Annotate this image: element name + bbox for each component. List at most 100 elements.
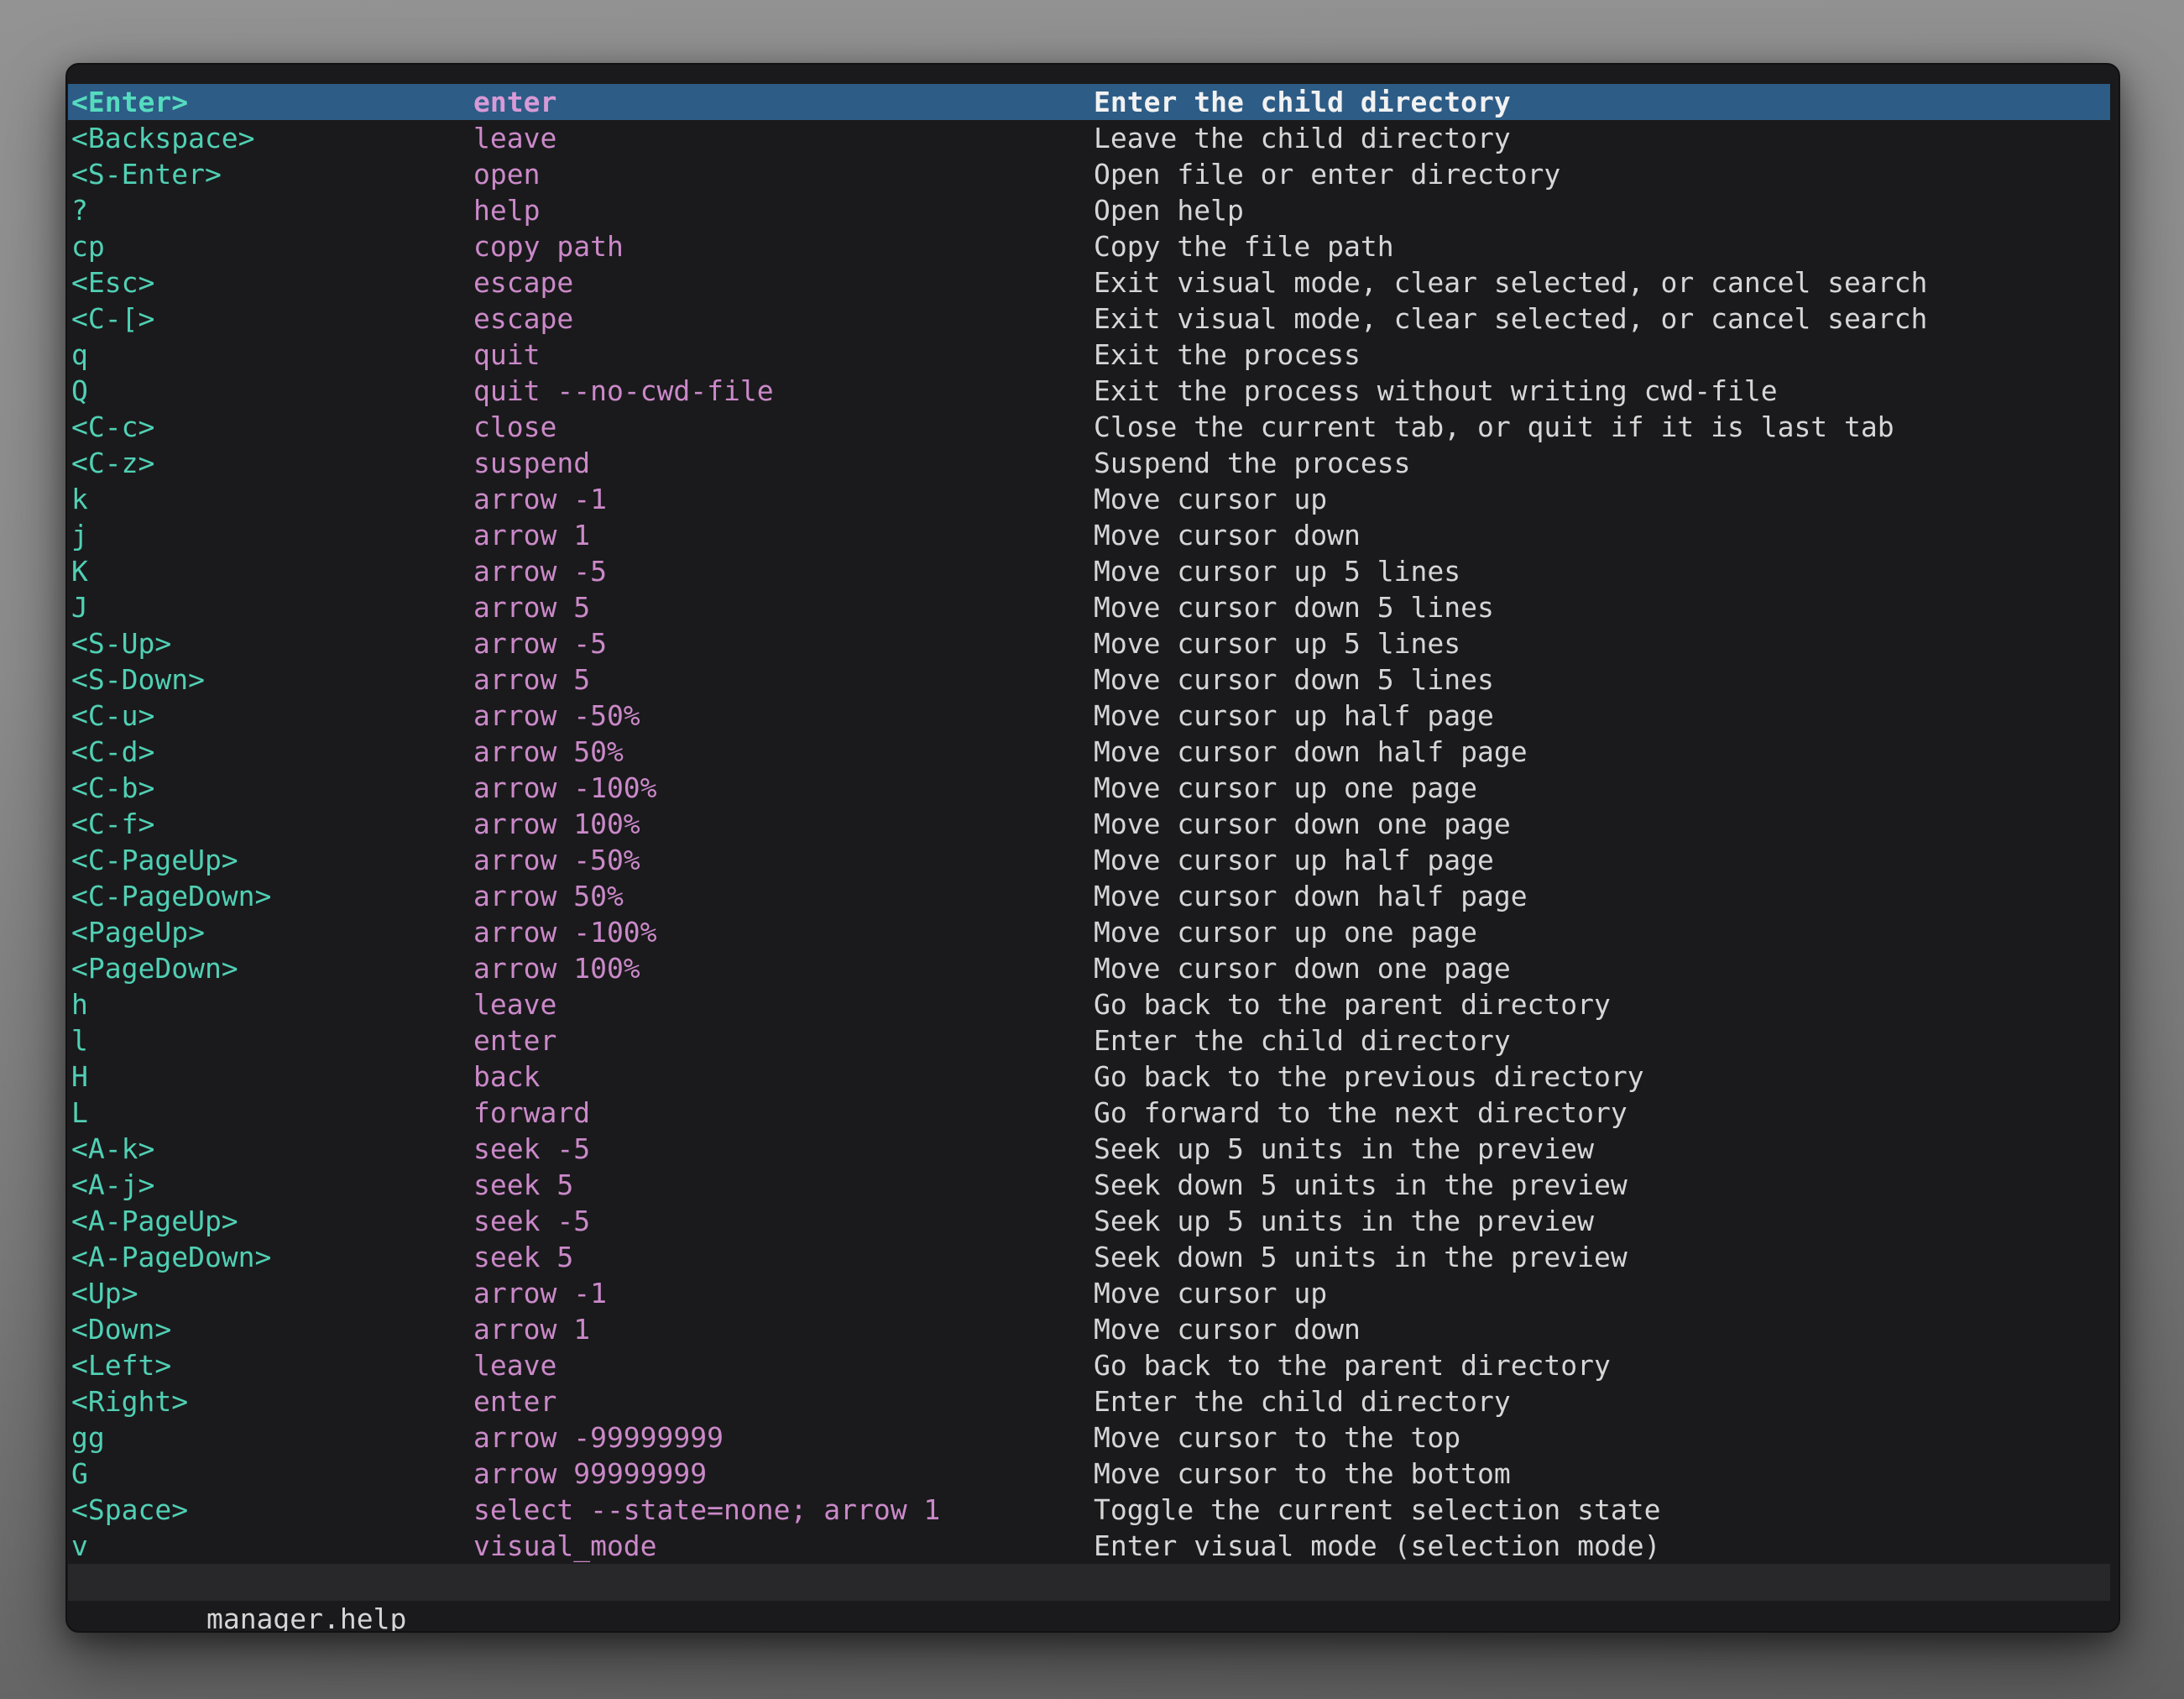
description-cell: Move cursor down bbox=[1094, 517, 2110, 553]
command-cell: arrow 50% bbox=[473, 878, 1094, 914]
description-cell: Go back to the parent directory bbox=[1094, 1347, 2110, 1383]
key-cell: <C-z> bbox=[71, 445, 473, 481]
description-cell: Enter the child directory bbox=[1094, 1383, 2110, 1419]
description-cell: Toggle the current selection state bbox=[1094, 1492, 2110, 1528]
description-cell: Move cursor down half page bbox=[1094, 878, 2110, 914]
command-cell: copy path bbox=[473, 228, 1094, 264]
help-row[interactable]: <PageUp> arrow -100% Move cursor up one … bbox=[68, 914, 2110, 950]
help-row[interactable]: <Up> arrow -1 Move cursor up bbox=[68, 1275, 2110, 1311]
help-row[interactable]: <Space> select --state=none; arrow 1 Tog… bbox=[68, 1492, 2110, 1528]
help-row[interactable]: <A-k> seek -5 Seek up 5 units in the pre… bbox=[68, 1131, 2110, 1167]
help-row[interactable]: H back Go back to the previous directory bbox=[68, 1059, 2110, 1095]
help-row[interactable]: <Enter> enter Enter the child directory bbox=[68, 84, 2110, 120]
description-cell: Exit the process without writing cwd-fil… bbox=[1094, 373, 2110, 409]
help-row[interactable]: cp copy path Copy the file path bbox=[68, 228, 2110, 264]
key-cell: <PageUp> bbox=[71, 914, 473, 950]
key-cell: K bbox=[71, 553, 473, 589]
description-cell: Move cursor down one page bbox=[1094, 806, 2110, 842]
key-cell: <A-j> bbox=[71, 1167, 473, 1203]
key-cell: <C-d> bbox=[71, 734, 473, 770]
description-cell: Go back to the parent directory bbox=[1094, 986, 2110, 1022]
help-row[interactable]: <A-j> seek 5 Seek down 5 units in the pr… bbox=[68, 1167, 2110, 1203]
description-cell: Close the current tab, or quit if it is … bbox=[1094, 409, 2110, 445]
help-row[interactable]: ? help Open help bbox=[68, 192, 2110, 228]
help-row[interactable]: <PageDown> arrow 100% Move cursor down o… bbox=[68, 950, 2110, 986]
help-row[interactable]: <C-d> arrow 50% Move cursor down half pa… bbox=[68, 734, 2110, 770]
command-cell: arrow 1 bbox=[473, 1311, 1094, 1347]
help-row[interactable]: <Left> leave Go back to the parent direc… bbox=[68, 1347, 2110, 1383]
description-cell: Move cursor down 5 lines bbox=[1094, 589, 2110, 625]
help-row[interactable]: <A-PageUp> seek -5 Seek up 5 units in th… bbox=[68, 1203, 2110, 1239]
help-row[interactable]: <C-f> arrow 100% Move cursor down one pa… bbox=[68, 806, 2110, 842]
status-bar: manager.help bbox=[68, 1564, 2110, 1601]
description-cell: Move cursor down half page bbox=[1094, 734, 2110, 770]
help-row[interactable]: h leave Go back to the parent directory bbox=[68, 986, 2110, 1022]
key-cell: <A-PageDown> bbox=[71, 1239, 473, 1275]
help-row[interactable]: <C-u> arrow -50% Move cursor up half pag… bbox=[68, 698, 2110, 734]
help-row[interactable]: K arrow -5 Move cursor up 5 lines bbox=[68, 553, 2110, 589]
help-row[interactable]: G arrow 99999999 Move cursor to the bott… bbox=[68, 1456, 2110, 1492]
help-row[interactable]: <S-Up> arrow -5 Move cursor up 5 lines bbox=[68, 625, 2110, 661]
help-row[interactable]: <S-Enter> open Open file or enter direct… bbox=[68, 156, 2110, 192]
help-row[interactable]: <Backspace> leave Leave the child direct… bbox=[68, 120, 2110, 156]
description-cell: Open help bbox=[1094, 192, 2110, 228]
help-row[interactable]: <S-Down> arrow 5 Move cursor down 5 line… bbox=[68, 661, 2110, 698]
help-row[interactable]: L forward Go forward to the next directo… bbox=[68, 1095, 2110, 1131]
command-cell: suspend bbox=[473, 445, 1094, 481]
help-row[interactable]: <C-c> close Close the current tab, or qu… bbox=[68, 409, 2110, 445]
help-pane: <Enter> enter Enter the child directory … bbox=[68, 84, 2110, 1631]
command-cell: enter bbox=[473, 1383, 1094, 1419]
help-row[interactable]: <C-PageDown> arrow 50% Move cursor down … bbox=[68, 878, 2110, 914]
description-cell: Seek up 5 units in the preview bbox=[1094, 1203, 2110, 1239]
help-row[interactable]: k arrow -1 Move cursor up bbox=[68, 481, 2110, 517]
command-cell: arrow -100% bbox=[473, 914, 1094, 950]
key-cell: <Left> bbox=[71, 1347, 473, 1383]
key-cell: <A-k> bbox=[71, 1131, 473, 1167]
help-row[interactable]: l enter Enter the child directory bbox=[68, 1022, 2110, 1059]
help-row[interactable]: <C-z> suspend Suspend the process bbox=[68, 445, 2110, 481]
help-row[interactable]: <C-PageUp> arrow -50% Move cursor up hal… bbox=[68, 842, 2110, 878]
command-cell: leave bbox=[473, 986, 1094, 1022]
key-cell: cp bbox=[71, 228, 473, 264]
command-cell: seek 5 bbox=[473, 1239, 1094, 1275]
description-cell: Suspend the process bbox=[1094, 445, 2110, 481]
description-cell: Move cursor up bbox=[1094, 481, 2110, 517]
command-cell: forward bbox=[473, 1095, 1094, 1131]
description-cell: Go forward to the next directory bbox=[1094, 1095, 2110, 1131]
key-cell: <PageDown> bbox=[71, 950, 473, 986]
description-cell: Copy the file path bbox=[1094, 228, 2110, 264]
help-row[interactable]: <Esc> escape Exit visual mode, clear sel… bbox=[68, 264, 2110, 301]
description-cell: Seek down 5 units in the preview bbox=[1094, 1167, 2110, 1203]
command-cell: escape bbox=[473, 301, 1094, 337]
description-cell: Move cursor to the bottom bbox=[1094, 1456, 2110, 1492]
key-cell: <C-c> bbox=[71, 409, 473, 445]
key-cell: q bbox=[71, 337, 473, 373]
command-cell: arrow 50% bbox=[473, 734, 1094, 770]
help-row[interactable]: <Right> enter Enter the child directory bbox=[68, 1383, 2110, 1419]
description-cell: Move cursor up one page bbox=[1094, 770, 2110, 806]
help-row[interactable]: v visual_mode Enter visual mode (selecti… bbox=[68, 1528, 2110, 1564]
help-row[interactable]: j arrow 1 Move cursor down bbox=[68, 517, 2110, 553]
command-cell: select --state=none; arrow 1 bbox=[473, 1492, 1094, 1528]
help-row[interactable]: q quit Exit the process bbox=[68, 337, 2110, 373]
help-row[interactable]: Q quit --no-cwd-file Exit the process wi… bbox=[68, 373, 2110, 409]
description-cell: Move cursor down bbox=[1094, 1311, 2110, 1347]
command-cell: arrow -5 bbox=[473, 625, 1094, 661]
description-cell: Enter the child directory bbox=[1094, 1022, 2110, 1059]
description-cell: Move cursor up half page bbox=[1094, 842, 2110, 878]
help-row[interactable]: <C-b> arrow -100% Move cursor up one pag… bbox=[68, 770, 2110, 806]
command-cell: help bbox=[473, 192, 1094, 228]
key-cell: <C-[> bbox=[71, 301, 473, 337]
key-cell: <A-PageUp> bbox=[71, 1203, 473, 1239]
command-cell: arrow -100% bbox=[473, 770, 1094, 806]
help-row[interactable]: <A-PageDown> seek 5 Seek down 5 units in… bbox=[68, 1239, 2110, 1275]
help-row[interactable]: <Down> arrow 1 Move cursor down bbox=[68, 1311, 2110, 1347]
key-cell: <Down> bbox=[71, 1311, 473, 1347]
help-row[interactable]: <C-[> escape Exit visual mode, clear sel… bbox=[68, 301, 2110, 337]
command-cell: enter bbox=[473, 84, 1094, 120]
description-cell: Go back to the previous directory bbox=[1094, 1059, 2110, 1095]
command-cell: arrow -1 bbox=[473, 1275, 1094, 1311]
help-row[interactable]: J arrow 5 Move cursor down 5 lines bbox=[68, 589, 2110, 625]
terminal-window: <Enter> enter Enter the child directory … bbox=[65, 63, 2120, 1633]
help-row[interactable]: gg arrow -99999999 Move cursor to the to… bbox=[68, 1419, 2110, 1456]
